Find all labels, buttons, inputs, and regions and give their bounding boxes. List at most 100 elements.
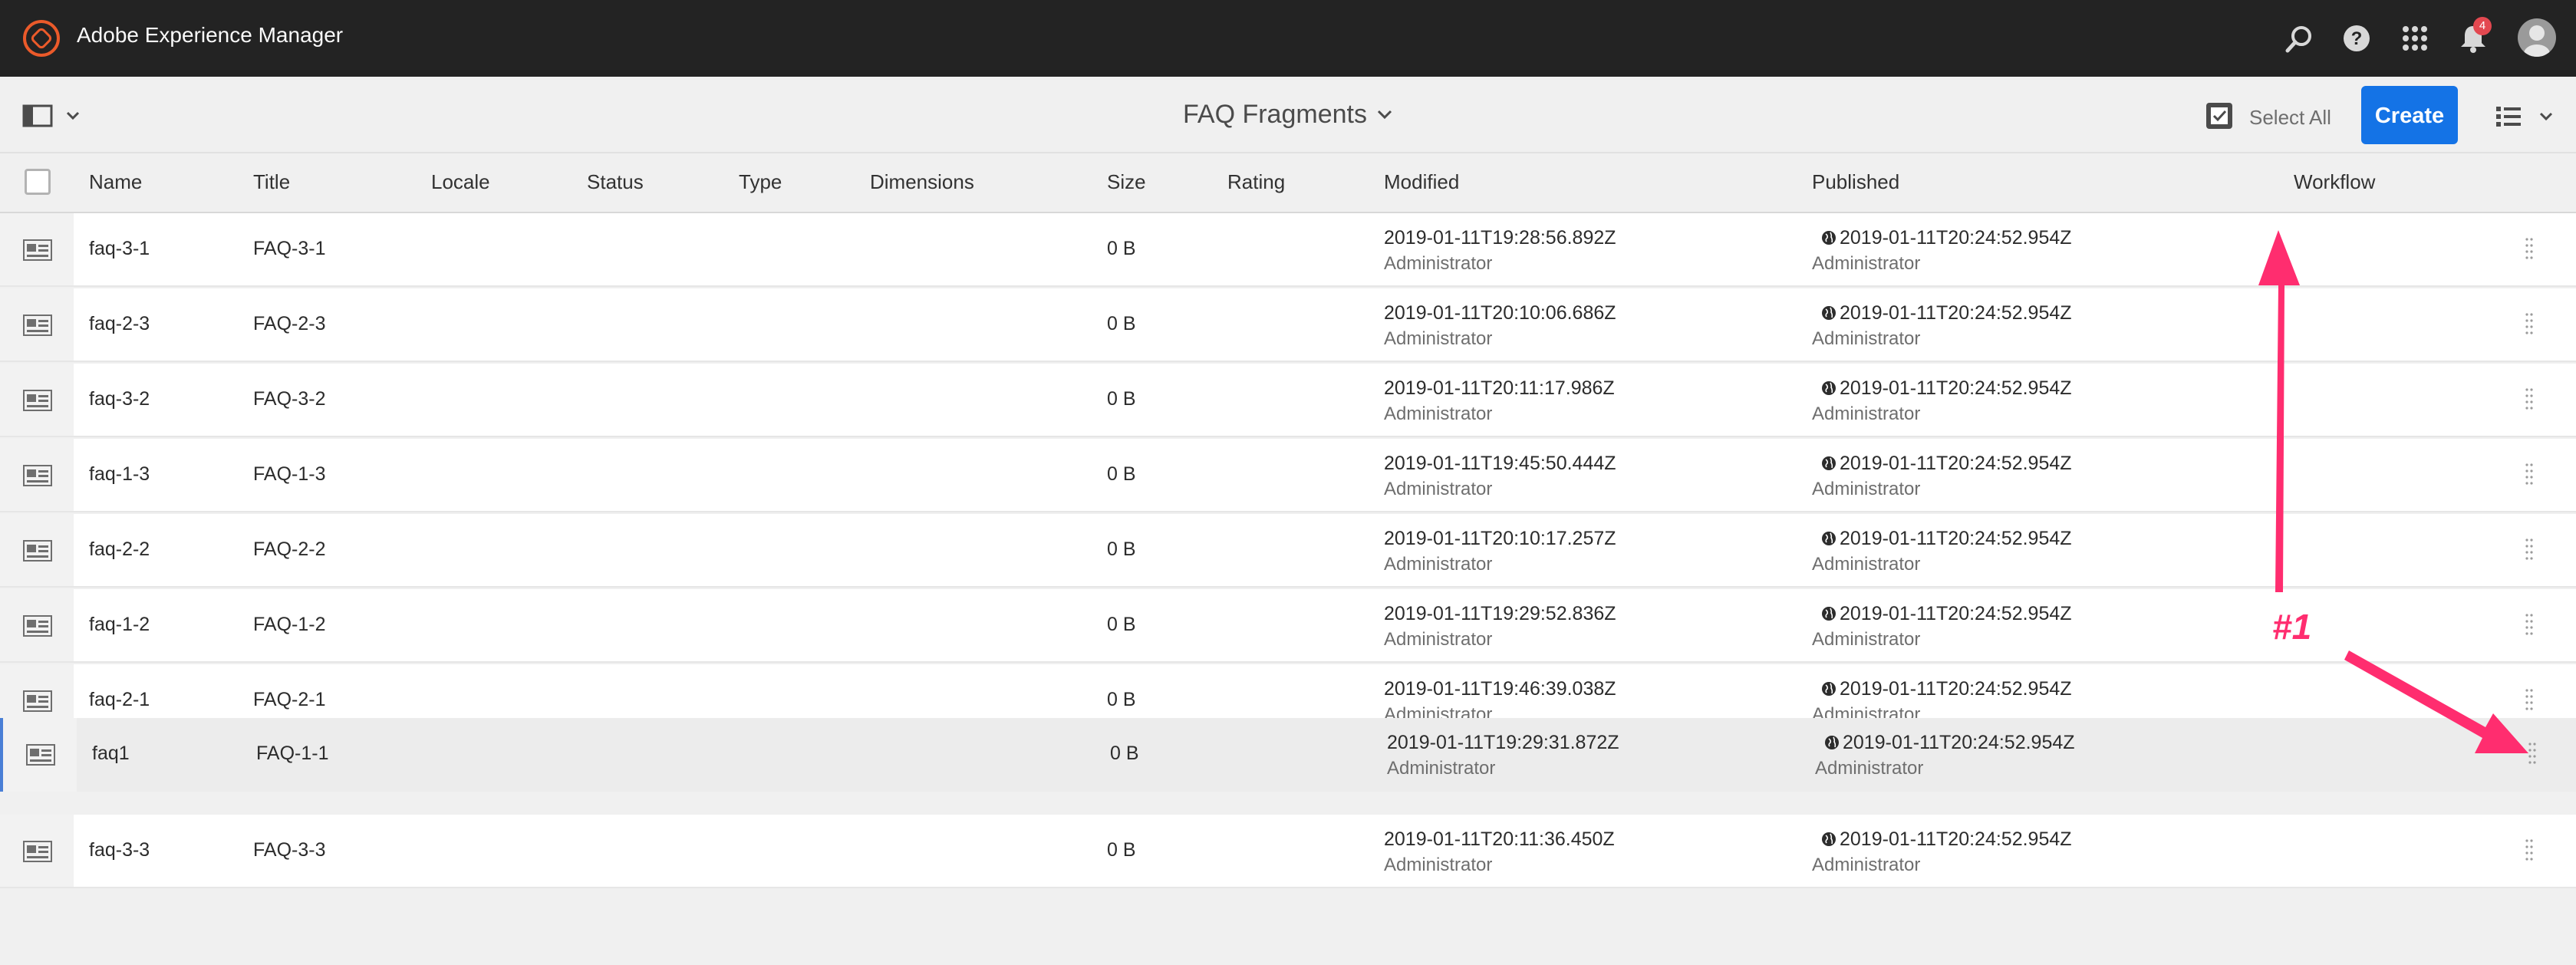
cell-published-date: 2019-01-11T20:24:52.954Z: [1840, 828, 2072, 850]
table-row[interactable]: faq-3-2 FAQ-3-2 0 B 2019-01-11T20:11:17.986…: [0, 364, 2576, 437]
chevron-down-icon[interactable]: [1376, 109, 1393, 120]
page-title[interactable]: FAQ Fragments: [1183, 100, 1367, 130]
column-header-name[interactable]: Name: [89, 170, 142, 194]
cell-published-date: 2019-01-11T20:24:52.954Z: [1840, 678, 2072, 700]
select-all-checkbox[interactable]: [2206, 103, 2232, 129]
cell-size: 0 B: [1107, 538, 1136, 560]
cell-name[interactable]: faq-3-2: [89, 388, 150, 410]
cell-published-date: 2019-01-11T20:24:52.954Z: [1840, 377, 2072, 399]
cell-published-by: Administrator: [1815, 758, 1924, 779]
cell-title: FAQ-2-3: [253, 313, 326, 334]
cell-published-date: 2019-01-11T20:24:52.954Z: [1840, 227, 2072, 249]
drag-handle-icon[interactable]: [2528, 741, 2536, 769]
cell-name[interactable]: faq-1-2: [89, 614, 150, 636]
cell-title: FAQ-2-2: [253, 538, 326, 560]
row-thumbnail-cell[interactable]: [3, 718, 77, 792]
app-title[interactable]: Adobe Experience Manager: [77, 23, 343, 48]
drag-handle-icon[interactable]: [2525, 537, 2533, 565]
cell-name[interactable]: faq-1-3: [89, 463, 150, 486]
row-thumbnail-cell[interactable]: [0, 213, 74, 285]
content-fragment-icon: [23, 615, 52, 637]
content-fragment-icon: [23, 315, 52, 336]
cell-published-date: 2019-01-11T20:24:52.954Z: [1843, 732, 2075, 753]
cell-name[interactable]: faq-2-1: [89, 689, 150, 711]
column-header-locale[interactable]: Locale: [431, 170, 490, 194]
column-header-dimensions[interactable]: Dimensions: [870, 170, 974, 194]
cell-published-date: 2019-01-11T20:24:52.954Z: [1840, 453, 2072, 474]
cell-title: FAQ-1-1: [256, 743, 329, 764]
cell-modified-by: Administrator: [1384, 479, 1493, 499]
user-silhouette-icon: [2524, 25, 2550, 57]
cell-title: FAQ-3-3: [253, 839, 326, 861]
drag-handle-icon[interactable]: [2525, 687, 2533, 715]
create-button[interactable]: Create: [2361, 86, 2458, 144]
cell-published-date: 2019-01-11T20:24:52.954Z: [1840, 528, 2072, 549]
list-view-icon[interactable]: [2493, 104, 2559, 129]
cell-modified-date: 2019-01-11T20:11:36.450Z: [1384, 828, 1615, 850]
table-header: Name Title Locale Status Type Dimensions…: [0, 153, 2576, 213]
column-header-published[interactable]: Published: [1812, 170, 1899, 194]
checkmark-icon: [2211, 107, 2228, 124]
cell-title: FAQ-1-3: [253, 463, 326, 485]
cell-modified-date: 2019-01-11T20:10:06.686Z: [1384, 302, 1616, 324]
cell-size: 0 B: [1107, 463, 1136, 485]
apps-grid-icon[interactable]: [2398, 21, 2432, 55]
column-header-modified[interactable]: Modified: [1384, 170, 1459, 194]
column-header-rating[interactable]: Rating: [1227, 170, 1285, 194]
cell-name[interactable]: faq-2-2: [89, 538, 150, 561]
table-row[interactable]: faq-2-2 FAQ-2-2 0 B 2019-01-11T20:10:17.257…: [0, 514, 2576, 588]
globe-icon: [1822, 532, 1836, 545]
cell-modified-by: Administrator: [1384, 554, 1493, 575]
cell-modified-date: 2019-01-11T19:29:52.836Z: [1384, 603, 1616, 624]
column-header-size[interactable]: Size: [1107, 170, 1146, 194]
row-thumbnail-cell[interactable]: [0, 589, 74, 661]
globe-icon: [1822, 231, 1836, 245]
cell-name[interactable]: faq-3-3: [89, 839, 150, 861]
user-avatar[interactable]: [2518, 18, 2556, 57]
drag-handle-icon[interactable]: [2525, 387, 2533, 414]
column-header-title[interactable]: Title: [253, 170, 290, 194]
table-row-dragging[interactable]: faq1 FAQ-1-1 0 B 2019-01-11T19:29:31.872Z Ad…: [0, 718, 2576, 792]
help-icon[interactable]: ?: [2340, 21, 2373, 55]
cell-modified-date: 2019-01-11T19:45:50.444Z: [1384, 453, 1616, 474]
content-fragment-icon: [23, 540, 52, 562]
drag-handle-icon[interactable]: [2525, 236, 2533, 264]
row-thumbnail-cell[interactable]: [0, 514, 74, 586]
cell-name[interactable]: faq-3-1: [89, 238, 150, 260]
row-thumbnail-cell[interactable]: [0, 364, 74, 436]
drag-handle-icon[interactable]: [2525, 462, 2533, 489]
row-thumbnail-cell[interactable]: [0, 815, 74, 887]
content-fragment-icon: [26, 744, 55, 766]
cell-name[interactable]: faq1: [92, 743, 130, 765]
table-row[interactable]: faq-1-2 FAQ-1-2 0 B 2019-01-11T19:29:52.836…: [0, 589, 2576, 663]
search-icon[interactable]: [2283, 21, 2317, 55]
table-row[interactable]: faq-3-3 FAQ-3-3 0 B 2019-01-11T20:11:36.450…: [0, 815, 2576, 888]
drag-handle-icon[interactable]: [2525, 612, 2533, 640]
notification-badge: 4: [2473, 17, 2492, 35]
cell-published-date: 2019-01-11T20:24:52.954Z: [1840, 603, 2072, 624]
table-row[interactable]: faq-2-3 FAQ-2-3 0 B 2019-01-11T20:10:06.686…: [0, 288, 2576, 362]
cell-title: FAQ-3-1: [253, 238, 326, 259]
content-fragment-icon: [23, 690, 52, 712]
cell-modified-date: 2019-01-11T20:10:17.257Z: [1384, 528, 1616, 549]
select-all-rows-checkbox[interactable]: [25, 169, 51, 195]
cell-size: 0 B: [1107, 689, 1136, 710]
table-row[interactable]: faq-3-1 FAQ-3-1 0 B 2019-01-11T19:28:56.892…: [0, 213, 2576, 287]
column-header-status[interactable]: Status: [587, 170, 644, 194]
drag-handle-icon[interactable]: [2525, 311, 2533, 339]
row-thumbnail-cell[interactable]: [0, 288, 74, 361]
cell-name[interactable]: faq-2-3: [89, 313, 150, 335]
aem-logo-icon[interactable]: [23, 20, 60, 57]
cell-size: 0 B: [1107, 614, 1136, 635]
table-row[interactable]: faq-1-3 FAQ-1-3 0 B 2019-01-11T19:45:50.444…: [0, 439, 2576, 512]
cell-published-by: Administrator: [1812, 855, 1921, 875]
drag-handle-icon[interactable]: [2525, 838, 2533, 865]
content-fragment-icon: [23, 465, 52, 486]
rail-toggle-icon[interactable]: [21, 103, 91, 129]
cell-modified-date: 2019-01-11T19:29:31.872Z: [1387, 732, 1619, 753]
row-thumbnail-cell[interactable]: [0, 439, 74, 511]
column-header-type[interactable]: Type: [739, 170, 782, 194]
column-header-workflow[interactable]: Workflow: [2294, 170, 2375, 194]
cell-size: 0 B: [1107, 839, 1136, 861]
svg-text:?: ?: [2351, 28, 2363, 49]
